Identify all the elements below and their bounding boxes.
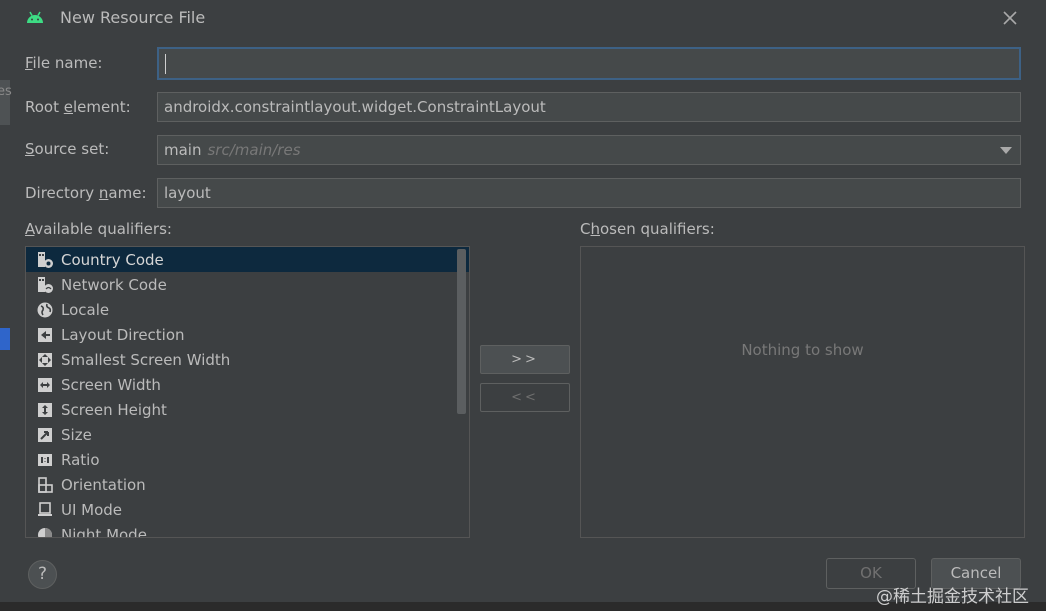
root-element-input[interactable]: androidx.constraintlayout.widget.Constra…: [157, 92, 1021, 122]
background-selection-fragment: [0, 328, 10, 350]
directory-name-label: Directory name:: [25, 184, 147, 202]
layout-direction-icon: [36, 326, 54, 344]
smallest-width-icon: [36, 351, 54, 369]
list-item[interactable]: Locale: [26, 297, 469, 322]
list-item[interactable]: Layout Direction: [26, 322, 469, 347]
dialog-title: New Resource File: [60, 8, 206, 27]
add-qualifier-button[interactable]: >>: [480, 345, 570, 374]
chosen-qualifiers-list[interactable]: Nothing to show: [580, 246, 1025, 538]
title-bar: New Resource File: [0, 0, 1046, 36]
list-item[interactable]: UI Mode: [26, 497, 469, 522]
orientation-icon: [36, 476, 54, 494]
background-window-fragment: es: [0, 80, 12, 125]
size-icon: [36, 426, 54, 444]
close-icon[interactable]: [996, 6, 1024, 30]
screen-height-icon: [36, 401, 54, 419]
empty-state-text: Nothing to show: [741, 341, 864, 359]
new-resource-file-dialog: es New Resource File File name: Root ele…: [0, 0, 1046, 611]
list-item[interactable]: Country Code: [26, 247, 469, 272]
root-element-label: Root element:: [25, 98, 131, 116]
chevron-down-icon: [1000, 147, 1012, 154]
list-item[interactable]: Network Code: [26, 272, 469, 297]
file-name-label: File name:: [25, 54, 103, 72]
text-caret: [165, 54, 166, 74]
list-item[interactable]: Smallest Screen Width: [26, 347, 469, 372]
ratio-icon: [36, 451, 54, 469]
android-icon: [26, 10, 44, 24]
file-name-input[interactable]: [157, 47, 1021, 80]
screen-width-icon: [36, 376, 54, 394]
network-code-icon: [36, 276, 54, 294]
list-item[interactable]: Screen Width: [26, 372, 469, 397]
list-scrollbar[interactable]: [457, 249, 466, 414]
list-item[interactable]: Orientation: [26, 472, 469, 497]
chosen-qualifiers-label: Chosen qualifiers:: [580, 220, 715, 238]
list-item[interactable]: Ratio: [26, 447, 469, 472]
source-set-label: Source set:: [25, 140, 110, 158]
available-qualifiers-list[interactable]: Country Code Network Code Locale Layout …: [25, 246, 470, 538]
source-set-dropdown[interactable]: main src/main/res: [157, 135, 1021, 165]
directory-name-input[interactable]: layout: [157, 178, 1021, 208]
remove-qualifier-button[interactable]: <<: [480, 383, 570, 412]
help-button[interactable]: ?: [28, 560, 57, 589]
night-mode-icon: [36, 526, 54, 537]
list-item[interactable]: Screen Height: [26, 397, 469, 422]
list-item[interactable]: Night Mode: [26, 522, 469, 537]
country-code-icon: [36, 251, 54, 269]
globe-icon: [36, 301, 54, 319]
ui-mode-icon: [36, 501, 54, 519]
watermark: @稀土掘金技术社区: [876, 587, 1029, 607]
list-item[interactable]: Size: [26, 422, 469, 447]
available-qualifiers-label: Available qualifiers:: [25, 220, 172, 238]
